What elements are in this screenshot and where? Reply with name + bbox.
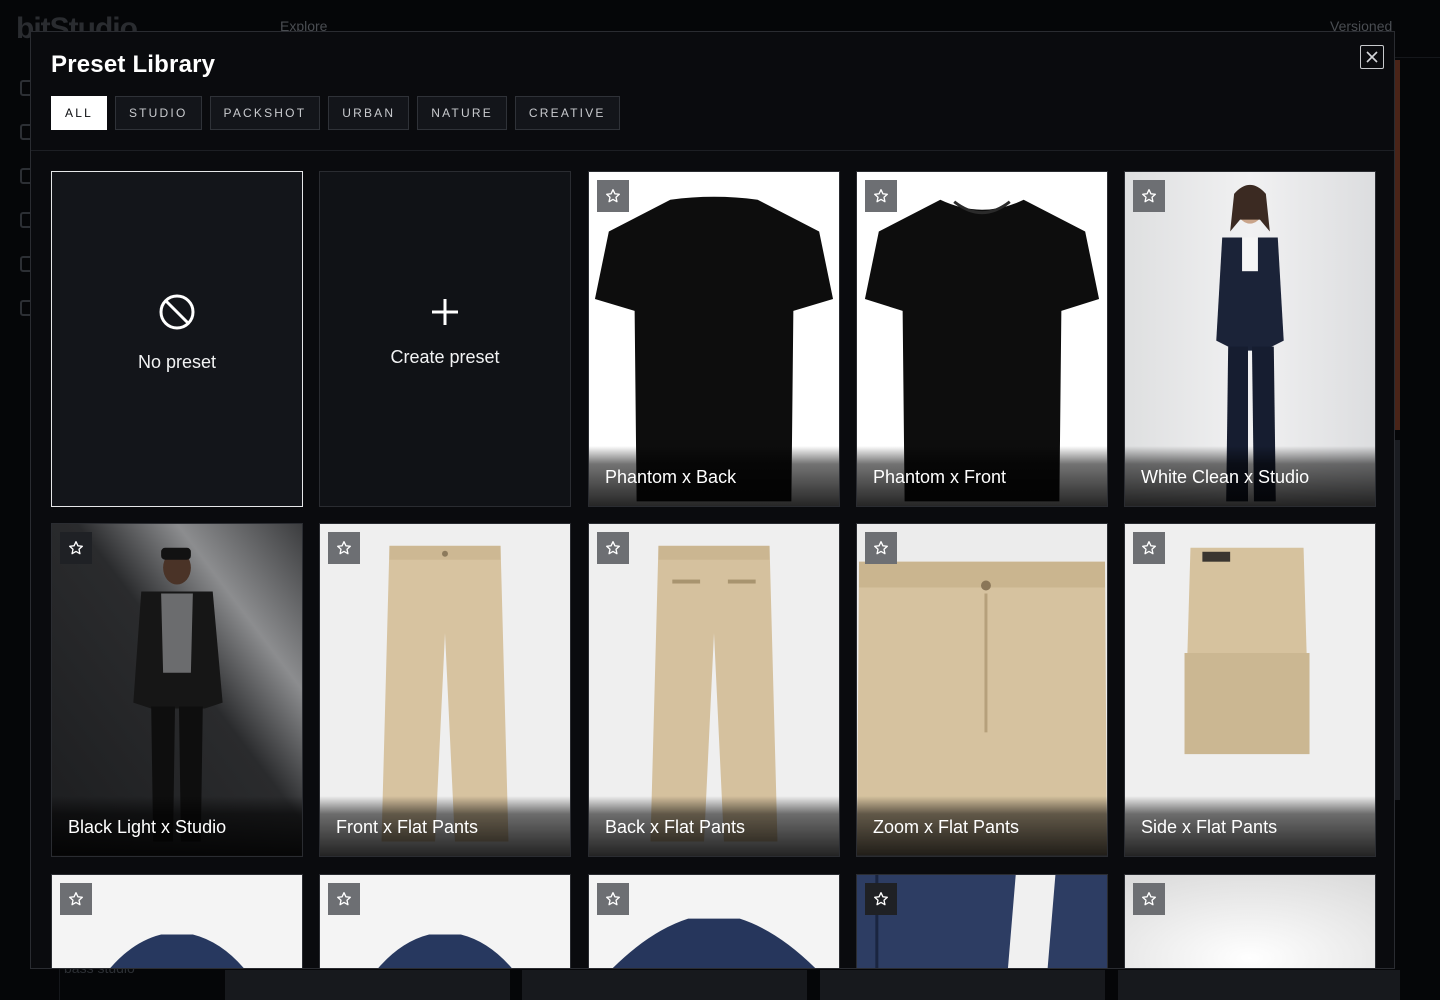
preset-label: Side x Flat Pants bbox=[1141, 817, 1278, 837]
preset-label: Phantom x Front bbox=[873, 467, 1007, 487]
preset-card[interactable]: Black Light x Studio bbox=[51, 523, 303, 857]
favorite-button[interactable] bbox=[597, 180, 629, 212]
ban-icon bbox=[159, 294, 195, 329]
preset-card[interactable] bbox=[588, 874, 840, 968]
no-preset-label: No preset bbox=[137, 351, 217, 372]
preset-label: Black Light x Studio bbox=[68, 817, 227, 837]
favorite-button[interactable] bbox=[1133, 532, 1165, 564]
favorite-button[interactable] bbox=[865, 532, 897, 564]
favorite-button[interactable] bbox=[1133, 180, 1165, 212]
favorite-button[interactable] bbox=[328, 532, 360, 564]
preset-label: White Clean x Studio bbox=[1141, 467, 1310, 487]
star-icon bbox=[69, 892, 83, 906]
preset-card[interactable] bbox=[319, 874, 571, 968]
preset-card[interactable]: Zoom x Flat Pants bbox=[856, 523, 1108, 857]
preset-card[interactable]: Front x Flat Pants bbox=[319, 523, 571, 857]
filter-tabs: ALL STUDIO PACKSHOT URBAN NATURE CREATIV… bbox=[51, 96, 620, 130]
star-icon bbox=[337, 541, 351, 555]
star-icon bbox=[1142, 541, 1156, 555]
preset-card[interactable]: Phantom x Front bbox=[856, 171, 1108, 507]
star-icon bbox=[606, 541, 620, 555]
star-icon bbox=[1142, 189, 1156, 203]
star-icon bbox=[1142, 892, 1156, 906]
preset-label: Zoom x Flat Pants bbox=[873, 817, 1020, 837]
star-icon bbox=[874, 892, 888, 906]
favorite-button[interactable] bbox=[60, 883, 92, 915]
star-icon bbox=[69, 541, 83, 555]
filter-nature[interactable]: NATURE bbox=[417, 96, 507, 130]
star-icon bbox=[606, 892, 620, 906]
favorite-button[interactable] bbox=[1133, 883, 1165, 915]
star-icon bbox=[874, 189, 888, 203]
preset-label: Phantom x Back bbox=[605, 467, 737, 487]
star-icon bbox=[337, 892, 351, 906]
star-icon bbox=[874, 541, 888, 555]
preset-card[interactable] bbox=[1124, 874, 1376, 968]
filter-packshot[interactable]: PACKSHOT bbox=[209, 96, 321, 130]
favorite-button[interactable] bbox=[597, 883, 629, 915]
filter-urban[interactable]: URBAN bbox=[328, 96, 410, 130]
create-preset-card[interactable]: Create preset bbox=[319, 171, 571, 507]
favorite-button[interactable] bbox=[60, 532, 92, 564]
create-preset-label: Create preset bbox=[390, 346, 500, 367]
modal-title: Preset Library bbox=[51, 51, 216, 78]
favorite-button[interactable] bbox=[865, 883, 897, 915]
preset-library-modal: Preset Library ALL STUDIO PACKSHOT URBAN… bbox=[30, 31, 1395, 969]
favorite-button[interactable] bbox=[328, 883, 360, 915]
bg-thumb bbox=[225, 970, 510, 1000]
preset-label: Back x Flat Pants bbox=[605, 817, 746, 837]
preset-card[interactable] bbox=[51, 874, 303, 968]
close-button[interactable] bbox=[1360, 45, 1384, 69]
header-divider bbox=[31, 150, 1394, 151]
bg-thumb bbox=[1118, 970, 1400, 1000]
filter-creative[interactable]: CREATIVE bbox=[514, 96, 620, 130]
filter-studio[interactable]: STUDIO bbox=[114, 96, 202, 130]
bg-accent bbox=[1395, 60, 1400, 430]
close-icon bbox=[1366, 51, 1378, 63]
filter-all[interactable]: ALL bbox=[51, 96, 107, 130]
favorite-button[interactable] bbox=[597, 532, 629, 564]
preset-card[interactable]: Phantom x Back bbox=[588, 171, 840, 507]
preset-card[interactable]: Side x Flat Pants bbox=[1124, 523, 1376, 857]
star-icon bbox=[606, 189, 620, 203]
bg-thumb bbox=[522, 970, 807, 1000]
favorite-button[interactable] bbox=[865, 180, 897, 212]
preset-card[interactable]: Back x Flat Pants bbox=[588, 523, 840, 857]
preset-card[interactable]: White Clean x Studio bbox=[1124, 171, 1376, 507]
plus-icon bbox=[432, 298, 458, 325]
no-preset-card[interactable]: No preset bbox=[51, 171, 303, 507]
preset-card[interactable] bbox=[856, 874, 1108, 968]
bg-thumb bbox=[820, 970, 1105, 1000]
bg-accent bbox=[1395, 440, 1400, 800]
preset-label: Front x Flat Pants bbox=[336, 817, 479, 837]
